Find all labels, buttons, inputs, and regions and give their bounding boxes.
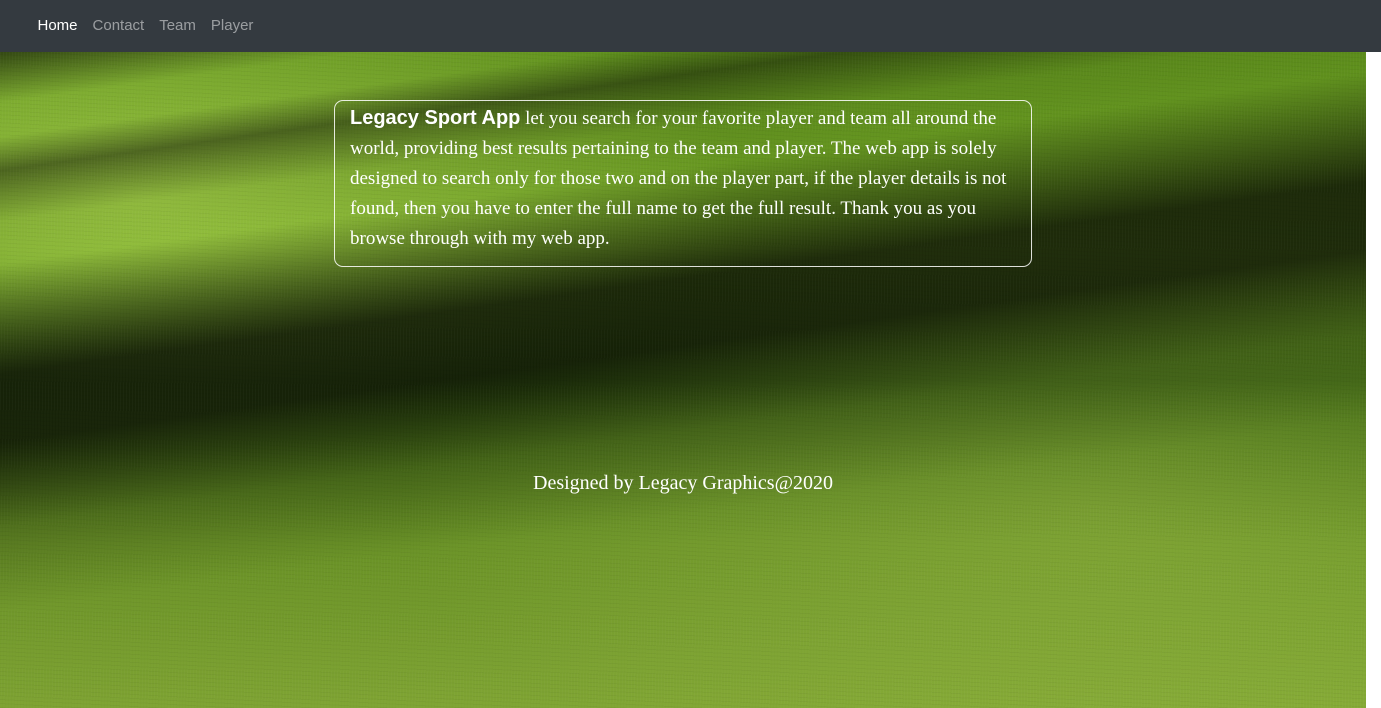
app-brand-name: Legacy Sport App [350,107,521,129]
nav-link-home[interactable]: Home [30,0,85,52]
grass-hero-background: Legacy Sport App let you search for your… [0,52,1366,708]
nav-link-contact[interactable]: Contact [85,0,152,52]
footer-credit: Designed by Legacy Graphics@2020 [533,472,833,494]
nav-link-team[interactable]: Team [152,0,204,52]
intro-box: Legacy Sport App let you search for your… [334,100,1032,267]
nav-link-player[interactable]: Player [203,0,261,52]
intro-text: let you search for your favorite player … [350,108,1007,249]
top-navbar: Home Contact Team Player [0,0,1381,52]
